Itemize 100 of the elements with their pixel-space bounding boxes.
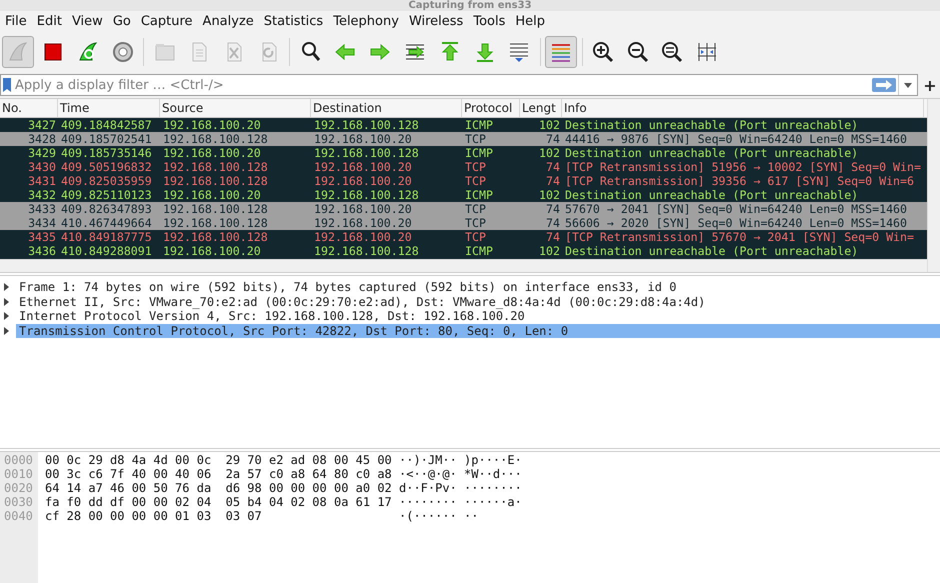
table-cell-text: 3432 (27, 188, 57, 202)
ascii-bytes[interactable]: d··F·Pv· ········ (399, 481, 522, 495)
table-cell-text: 409.185702541 (60, 132, 153, 146)
table-cell-text: TCP (464, 230, 487, 244)
expand-arrow-icon[interactable] (4, 298, 9, 306)
table-cell-text: 192.168.100.20 (162, 146, 262, 160)
packet-row[interactable]: 3428 409.185702541 192.168.100.128 192.168.100.20 TCP 74 44416 → 9876 [SYN] Seq=0 Win=64240 Len=0 MSS=1460 (0, 132, 927, 146)
menu-item[interactable]: Capture (136, 12, 198, 31)
table-cell-text: 192.168.100.128 (162, 160, 269, 174)
table-cell-text: 56606 → 2020 [SYN] Seq=0 Win=64240 Len=0 MSS=1460 (564, 216, 908, 230)
table-cell-text: 74 (545, 160, 561, 174)
offset-label: 0020 (4, 481, 34, 495)
vertical-scrollbar[interactable] (927, 99, 940, 272)
menu-item[interactable]: File (0, 12, 32, 31)
menu-item[interactable]: View (66, 12, 108, 31)
table-cell-text: Destination unreachable (Port unreachable) (564, 244, 858, 258)
tree-item[interactable]: Transmission Control Protocol, Src Port: 42822, Dst Port: 80, Seq: 0, Len: 0 (16, 324, 940, 338)
menu-item[interactable]: Tools (468, 12, 510, 31)
hex-bytes[interactable]: cf 28 00 00 00 00 01 03 03 07 (45, 509, 395, 523)
table-cell-text: [TCP Retransmission] 51956 → 10002 [SYN] Seq=0 Win= (564, 160, 921, 174)
offset-label: 0010 (4, 467, 34, 481)
column-header[interactable]: No. (0, 99, 58, 117)
table-cell-text: 192.168.100.20 (162, 188, 262, 202)
table-cell-text: TCP (464, 174, 487, 188)
table-cell-text: 57670 → 2041 [SYN] Seq=0 Win=64240 Len=0 MSS=1460 (564, 202, 908, 216)
menu-item[interactable]: Wireless (404, 12, 468, 31)
table-cell-text: 3435 (27, 230, 57, 244)
offset-label: 0000 (4, 453, 34, 467)
ascii-bytes[interactable]: ·(······ ·· (399, 509, 522, 523)
table-cell-text: 3433 (27, 202, 57, 216)
table-cell-text: 192.168.100.128 (162, 202, 269, 216)
expand-arrow-icon[interactable] (4, 283, 9, 292)
hex-bytes[interactable]: 00 0c 29 d8 4a 4d 00 0c 29 70 e2 ad 08 00 45 00 (45, 453, 395, 467)
column-header[interactable]: Destination (311, 99, 462, 117)
menu-item[interactable]: Statistics (258, 12, 328, 31)
window-title: Capturing from ens33 (407, 0, 533, 11)
offset-label: 0030 (4, 495, 34, 509)
packet-row[interactable]: 3434 410.467449664 192.168.100.128 192.168.100.20 TCP 74 56606 → 2020 [SYN] Seq=0 Win=64240 Len=0 MSS=1460 (0, 216, 927, 230)
menu-item[interactable]: Telephony (328, 12, 404, 31)
table-cell-text: 102 (538, 118, 561, 132)
table-cell-text: 3434 (27, 216, 57, 230)
table-cell-text: ICMP (464, 244, 494, 258)
table-cell-text: Destination unreachable (Port unreachable) (564, 188, 858, 202)
bookmark-icon[interactable] (1, 77, 13, 93)
packet-row[interactable]: 3433 409.826347893 192.168.100.128 192.168.100.20 TCP 74 57670 → 2041 [SYN] Seq=0 Win=64240 Len=0 MSS=1460 (0, 202, 927, 216)
table-cell-text: 409.184842587 (60, 118, 153, 132)
table-cell-text: 192.168.100.128 (313, 118, 420, 132)
table-cell-text: 192.168.100.128 (313, 244, 420, 258)
table-cell-text: 192.168.100.128 (313, 146, 420, 160)
table-cell-text: 102 (538, 146, 561, 160)
table-cell-text: TCP (464, 216, 487, 230)
tree-item[interactable]: Frame 1: 74 bytes on wire (592 bits), 74 bytes captured (592 bits) on interface ens33, id 0 (16, 280, 940, 294)
tree-item[interactable]: Internet Protocol Version 4, Src: 192.168.100.128, Dst: 192.168.100.20 (16, 309, 940, 324)
table-cell-text: 409.825110123 (60, 188, 153, 202)
table-cell-text: 410.849187775 (60, 230, 153, 244)
column-header[interactable]: Lengt (520, 99, 562, 117)
table-cell-text: Destination unreachable (Port unreachable) (564, 146, 858, 160)
table-cell-text: 3436 (27, 244, 57, 258)
table-cell-text: 409.505196832 (60, 160, 153, 174)
menu-item[interactable]: Edit (32, 12, 67, 31)
hex-bytes[interactable]: 00 3c c6 7f 40 00 40 06 2a 57 c0 a8 64 80 c0 a8 (45, 467, 395, 481)
menu-item[interactable]: Help (510, 12, 550, 31)
expand-arrow-icon[interactable] (4, 312, 9, 320)
table-cell-text: 3429 (27, 146, 57, 160)
table-cell-text: 410.467449664 (60, 216, 153, 230)
table-cell-text: ICMP (464, 188, 494, 202)
colored-lines-icon-button[interactable] (545, 36, 578, 68)
tree-item[interactable]: Ethernet II, Src: VMware_70:e2:ad (00:0c:29:70:e2:ad), Dst: VMware_d8:4a:4d (00:0c:29:d8:4a:4d) (16, 294, 940, 309)
ascii-bytes[interactable]: ········ ······a· (399, 495, 522, 509)
table-cell-text: 3427 (27, 118, 57, 132)
table-cell-text: 192.168.100.20 (313, 132, 413, 146)
table-cell-text: TCP (464, 160, 487, 174)
table-cell-text: 409.185735146 (60, 146, 153, 160)
table-cell-text: [TCP Retransmission] 39356 → 617 [SYN] Seq=0 Win=6 (564, 174, 914, 188)
hex-bytes[interactable]: 64 14 a7 46 00 50 76 da d6 98 00 00 00 00 a0 02 (45, 481, 395, 495)
horizontal-scrollbar[interactable] (0, 259, 927, 272)
table-cell-text: 3430 (27, 160, 57, 174)
expand-arrow-icon[interactable] (4, 326, 9, 335)
menu-item[interactable]: Analyze (198, 12, 259, 31)
add-filter-button[interactable]: + (922, 76, 938, 94)
column-header[interactable]: Protocol (462, 99, 520, 117)
hex-bytes[interactable]: fa f0 dd df 00 00 02 04 05 b4 04 02 08 0a 61 17 (45, 495, 395, 509)
column-header[interactable]: Source (160, 99, 311, 117)
zoom-out-icon (626, 40, 650, 64)
column-header[interactable]: Info (562, 99, 924, 117)
display-filter-field[interactable]: Apply a display filter … <Ctrl-/> (0, 74, 918, 96)
table-cell-text: ICMP (464, 118, 494, 132)
filter-input[interactable]: Apply a display filter … <Ctrl-/> (15, 78, 870, 92)
table-cell-text: TCP (464, 202, 487, 216)
table-cell-text: 192.168.100.20 (162, 244, 262, 258)
table-cell-text: 192.168.100.128 (162, 174, 269, 188)
ascii-bytes[interactable]: ·<··@·@· *W··d··· (399, 467, 522, 481)
table-cell-text: ICMP (464, 146, 494, 160)
table-cell-text: 192.168.100.20 (313, 174, 413, 188)
menu-item[interactable]: Go (108, 12, 136, 31)
column-header[interactable]: Time (58, 99, 160, 117)
table-cell-text: 74 (545, 202, 561, 216)
table-cell-text: 192.168.100.128 (162, 230, 269, 244)
ascii-bytes[interactable]: ··)·JM·· )p····E· (399, 453, 522, 467)
table-cell-text: 192.168.100.20 (162, 118, 262, 132)
